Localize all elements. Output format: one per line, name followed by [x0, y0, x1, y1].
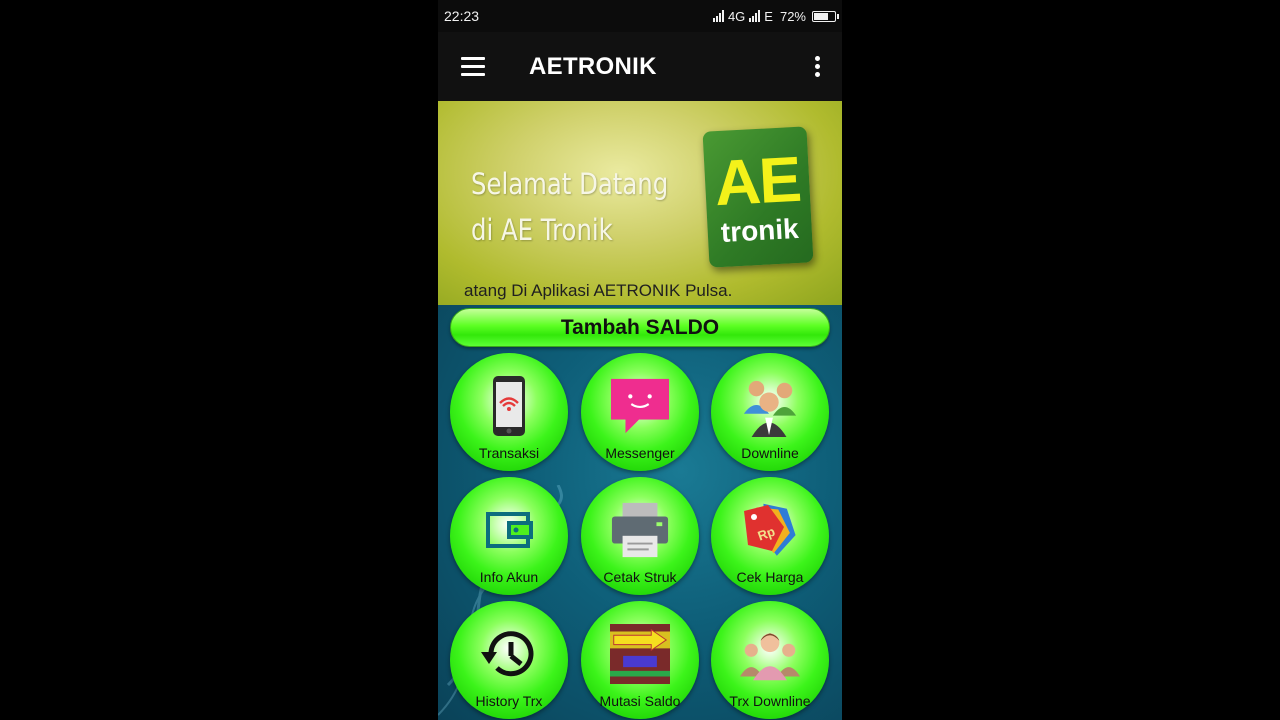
logo-tronik-text: tronik — [720, 212, 800, 248]
signal-icon-2 — [749, 10, 761, 22]
menu-tile-downline[interactable]: Downline — [711, 353, 829, 471]
wallet-icon — [479, 499, 539, 561]
chat-bubble-icon — [610, 375, 670, 437]
menu-tile-info-akun[interactable]: Info Akun — [450, 477, 568, 595]
menu-tile-messenger[interactable]: Messenger — [581, 353, 699, 471]
battery-percent: 72% — [779, 8, 806, 24]
menu-grid: Transaksi Messenger Downline Info Akun C… — [438, 305, 842, 720]
people-group-icon — [740, 375, 800, 437]
menu-label: Mutasi Saldo — [599, 693, 681, 709]
printer-icon — [610, 499, 670, 561]
menu-tile-transaksi[interactable]: Transaksi — [450, 353, 568, 471]
hamburger-menu-icon[interactable] — [438, 32, 508, 101]
menu-label: Transaksi — [478, 445, 540, 461]
menu-tile-cek-harga[interactable]: Rp Cek Harga — [711, 477, 829, 595]
menu-tile-mutasi-saldo[interactable]: Mutasi Saldo — [581, 601, 699, 719]
banner-line-2: di AE Tronik — [471, 213, 613, 247]
menu-label: Cetak Struk — [603, 569, 677, 585]
banner-line-1: Selamat Datang — [471, 167, 669, 201]
menu-tile-trx-downline[interactable]: Trx Downline — [711, 601, 829, 719]
menu-label: Messenger — [605, 445, 675, 461]
app-toolbar: AETRONIK — [438, 32, 842, 101]
marquee-text: atang Di Aplikasi AETRONIK Pulsa. — [464, 281, 733, 300]
history-clock-icon — [479, 623, 539, 685]
menu-label: Info Akun — [479, 569, 539, 585]
welcome-banner: Selamat Datang di AE Tronik AE tronik at… — [438, 101, 842, 305]
signal-icon — [712, 10, 724, 22]
team-icon — [740, 623, 800, 685]
logo-ae-text: AE — [712, 142, 802, 220]
status-time: 22:23 — [444, 8, 480, 24]
smartphone-wifi-icon — [479, 375, 539, 437]
network-type-2: E — [764, 8, 773, 24]
app-title: AETRONIK — [529, 52, 657, 80]
phone-screen: 22:23 4G E 72% AETRONIK Selamat Datang d… — [438, 0, 842, 720]
battery-icon — [812, 10, 839, 22]
status-indicators: 4G E 72% — [712, 8, 839, 24]
status-bar: 22:23 4G E 72% — [438, 0, 842, 32]
aetronik-logo: AE tronik — [702, 126, 814, 268]
marquee-ticker: atang Di Aplikasi AETRONIK Pulsa. — [438, 281, 842, 305]
banner-greeting: Selamat Datang di AE Tronik — [471, 161, 668, 253]
menu-label: History Trx — [475, 693, 543, 709]
main-content: Tambah SALDO Transaksi Messenger Downlin… — [438, 305, 842, 720]
menu-label: Cek Harga — [736, 569, 804, 585]
price-tag-icon: Rp — [740, 499, 800, 561]
menu-tile-cetak-struk[interactable]: Cetak Struk — [581, 477, 699, 595]
menu-tile-history-trx[interactable]: History Trx — [450, 601, 568, 719]
transfer-arrow-icon — [610, 623, 670, 685]
menu-label: Trx Downline — [729, 693, 811, 709]
network-type-1: 4G — [727, 8, 746, 24]
more-vertical-icon[interactable] — [792, 32, 842, 101]
battery-fill — [814, 12, 828, 20]
menu-label: Downline — [741, 445, 799, 461]
